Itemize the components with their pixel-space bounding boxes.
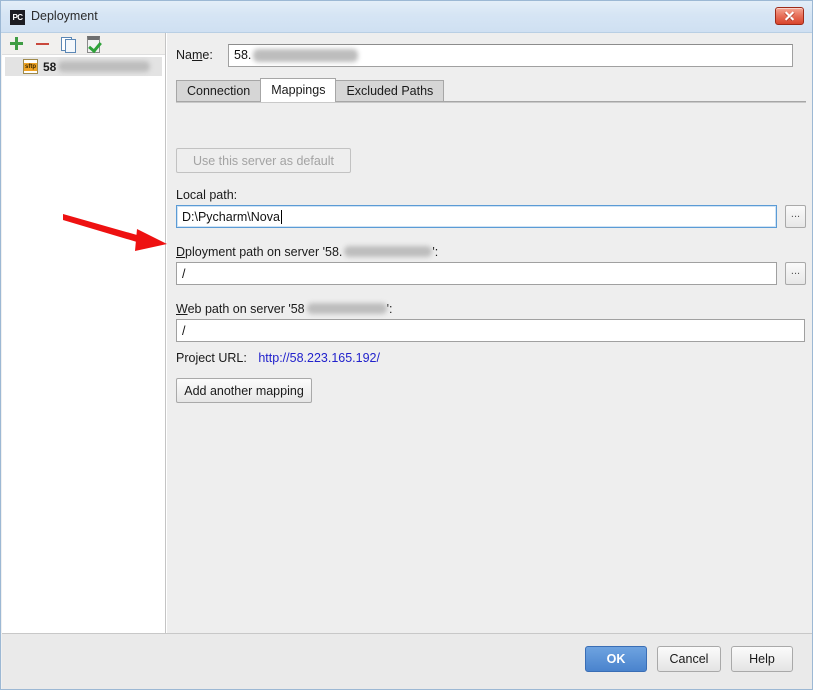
name-input[interactable]: 58. bbox=[228, 43, 793, 67]
title-bar: PC Deployment bbox=[1, 1, 812, 33]
mappings-tab-panel: Use this server as default Local path: D… bbox=[167, 105, 812, 633]
add-another-mapping-button[interactable]: Add another mapping bbox=[176, 378, 312, 403]
project-url-row: Project URL: http://58.223.165.192/ bbox=[176, 351, 380, 365]
tab-mappings[interactable]: Mappings bbox=[260, 78, 337, 102]
deployment-path-label-text: ployment path on server '58. bbox=[185, 245, 343, 259]
browse-local-path-button[interactable]: ... bbox=[785, 205, 806, 228]
dialog-content: 58 Name: 58. Connection Mappings Exclude… bbox=[2, 33, 812, 633]
use-this-server-as-default-button[interactable]: Use this server as default bbox=[176, 148, 351, 173]
close-icon[interactable] bbox=[775, 7, 804, 25]
deployment-path-label: Dployment path on server '58. ': bbox=[176, 245, 439, 259]
deployment-path-label-end: ': bbox=[432, 245, 439, 259]
settings-tabs: Connection Mappings Excluded Paths bbox=[176, 78, 806, 102]
name-row: Name: 58. bbox=[176, 43, 806, 67]
check-list-icon[interactable] bbox=[86, 35, 103, 53]
project-url-link[interactable]: http://58.223.165.192/ bbox=[258, 351, 380, 365]
web-path-value: / bbox=[182, 323, 186, 338]
deployment-path-input[interactable]: / bbox=[176, 262, 777, 285]
redacted-deployment-server bbox=[344, 246, 433, 257]
window-title: Deployment bbox=[31, 9, 98, 23]
ok-button[interactable]: OK bbox=[585, 646, 647, 672]
pycharm-icon: PC bbox=[10, 10, 25, 25]
cancel-button[interactable]: Cancel bbox=[657, 646, 721, 672]
web-path-input[interactable]: / bbox=[176, 319, 805, 342]
project-url-label: Project URL: bbox=[176, 351, 247, 365]
redacted-name-value bbox=[253, 48, 359, 62]
deployment-path-value: / bbox=[182, 266, 186, 281]
plus-icon[interactable] bbox=[8, 35, 25, 52]
deployment-dialog: PC Deployment 58 bbox=[0, 0, 813, 690]
list-item[interactable]: 58 bbox=[5, 57, 162, 76]
help-button[interactable]: Help bbox=[731, 646, 793, 672]
local-path-value: D:\Pycharm\Nova bbox=[182, 209, 280, 224]
server-settings-panel: Name: 58. Connection Mappings Excluded P… bbox=[167, 33, 812, 633]
text-caret bbox=[280, 209, 282, 224]
name-label: Name: bbox=[176, 48, 213, 62]
name-input-value: 58. bbox=[234, 48, 252, 62]
local-path-input[interactable]: D:\Pycharm\Nova bbox=[176, 205, 777, 228]
dialog-footer: OK Cancel Help bbox=[2, 633, 812, 689]
web-path-label-text: eb path on server '58 bbox=[187, 302, 305, 316]
tab-connection[interactable]: Connection bbox=[176, 80, 262, 102]
copy-icon[interactable] bbox=[60, 35, 77, 53]
redacted-web-server bbox=[306, 303, 387, 314]
local-path-label: Local path: bbox=[176, 188, 238, 202]
minus-icon[interactable] bbox=[34, 35, 51, 52]
server-list-panel: 58 bbox=[2, 33, 166, 633]
browse-deployment-path-button[interactable]: ... bbox=[785, 262, 806, 285]
server-list-toolbar bbox=[2, 33, 165, 55]
redacted-server-name bbox=[58, 61, 151, 72]
server-list: 58 bbox=[2, 56, 165, 76]
list-item-label: 58 bbox=[43, 59, 57, 74]
web-path-label-end: ': bbox=[386, 302, 393, 316]
sftp-icon bbox=[23, 59, 38, 74]
tab-excluded-paths[interactable]: Excluded Paths bbox=[335, 80, 445, 102]
web-path-label: Web path on server '58 ': bbox=[176, 302, 393, 316]
